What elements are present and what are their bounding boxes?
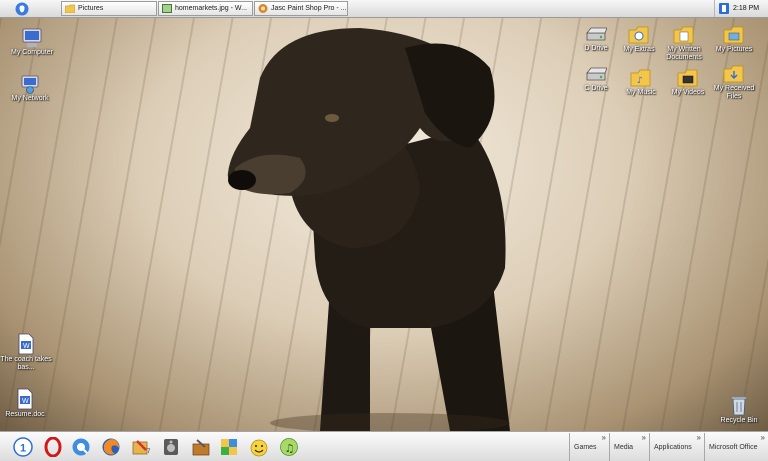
dock-tab-microsoft-office[interactable]: » Microsoft Office	[704, 433, 768, 461]
desktop-icon-label: My Pictures	[715, 46, 753, 53]
paint-shop-pro-icon	[258, 4, 268, 13]
task-button-paint-shop-pro[interactable]: Jasc Paint Shop Pro - ...	[254, 1, 348, 16]
desktop-icon-label: My Music	[626, 89, 656, 96]
clock[interactable]: 2:18 PM	[733, 5, 759, 12]
app-1-icon[interactable]: 1	[13, 437, 33, 457]
desktop-icon-label: The coach takes bas...	[0, 356, 52, 371]
svg-text:1: 1	[20, 443, 26, 455]
music-icon[interactable]: ♫	[279, 437, 299, 457]
dock-badge: 7	[147, 449, 151, 455]
folder-icon: ♪	[630, 69, 651, 87]
opera-icon[interactable]	[43, 437, 63, 457]
firefox-icon[interactable]	[101, 437, 121, 457]
desktop-icon-my-network[interactable]: My Network	[2, 74, 58, 103]
apple-menu-icon[interactable]	[15, 2, 29, 16]
document-icon: W	[18, 333, 34, 355]
desktop-icon-label: Resume.doc	[5, 411, 45, 418]
folder-icon	[723, 65, 744, 83]
desktop-icon-my-received-files[interactable]: My Received Files	[706, 64, 762, 101]
dock-tab-media[interactable]: » Media	[609, 433, 649, 461]
speaker-icon[interactable]	[161, 437, 181, 457]
chevron-icon: »	[641, 433, 646, 442]
desktop-icon-label: My Computer	[10, 49, 53, 56]
document-icon: W	[17, 388, 33, 410]
dock-tab-label: Microsoft Office	[709, 444, 758, 451]
dock-tab-label: Media	[614, 444, 634, 451]
task-button-homemarkets[interactable]: homemarkets.jpg - W...	[158, 1, 253, 16]
recycle-bin-icon	[732, 397, 746, 416]
desktop-icon-label: My Received Files	[713, 85, 755, 100]
folder-icon	[628, 26, 649, 44]
task-label: Pictures	[78, 5, 104, 12]
computer-icon	[22, 28, 42, 47]
task-button-pictures[interactable]: Pictures	[61, 1, 157, 16]
drive-icon	[586, 67, 607, 81]
folder-icon	[673, 26, 694, 44]
desktop-icon-resume[interactable]: W Resume.doc	[0, 388, 53, 419]
image-viewer-icon	[162, 4, 172, 13]
system-tray: 2:18 PM	[714, 0, 768, 17]
chevron-icon: »	[760, 433, 765, 442]
desktop-icon-my-written-documents[interactable]: My Written Documents	[656, 25, 712, 62]
desktop-icon-label: My Written Documents	[666, 46, 702, 61]
desktop-icon-label: D Drive	[584, 45, 608, 52]
application-dock: 1 7 ♫ » Games » Media » Applications » M…	[0, 431, 768, 461]
desktop-icon-label: C Drive	[584, 85, 608, 92]
top-taskbar: Pictures homemarkets.jpg - W... Jasc Pai…	[0, 0, 768, 18]
task-label: Jasc Paint Shop Pro - ...	[271, 5, 347, 12]
task-label: homemarkets.jpg - W...	[175, 5, 247, 12]
desktop-icon-label: Recycle Bin	[720, 417, 758, 424]
smiley-icon[interactable]	[249, 437, 269, 457]
desktop-icon-my-computer[interactable]: My Computer	[4, 28, 60, 57]
dock-tab-label: Games	[574, 444, 597, 451]
folder-icon	[65, 4, 75, 13]
volume-icon[interactable]	[719, 3, 729, 14]
svg-text:♫: ♫	[285, 442, 295, 455]
toolbox-icon[interactable]	[191, 437, 211, 457]
svg-text:W: W	[23, 343, 30, 350]
dock-tab-games[interactable]: » Games	[569, 433, 609, 461]
desktop-icon-my-pictures[interactable]: My Pictures	[706, 25, 762, 54]
svg-text:♪: ♪	[637, 76, 643, 86]
dock-tab-label: Applications	[654, 444, 692, 451]
folder-icon	[723, 26, 744, 44]
folder-icon	[677, 69, 698, 87]
dog-photo	[227, 28, 510, 431]
desktop-icon-label: My Extras	[623, 46, 655, 53]
drive-icon	[586, 27, 607, 41]
chevron-icon: »	[696, 433, 701, 442]
desktop-icon-coach-document[interactable]: W The coach takes bas...	[0, 333, 56, 372]
gallery-icon[interactable]	[219, 437, 239, 457]
quicktime-icon[interactable]	[71, 437, 91, 457]
desktop-icon-label: My Network	[11, 95, 49, 102]
dock-tab-applications[interactable]: » Applications	[649, 433, 704, 461]
svg-text:W: W	[22, 398, 29, 405]
desktop-icon-label: My Videos	[671, 89, 705, 96]
chevron-icon: »	[601, 433, 606, 442]
desktop-icon-recycle-bin[interactable]: Recycle Bin	[711, 394, 767, 425]
network-icon	[21, 75, 39, 94]
